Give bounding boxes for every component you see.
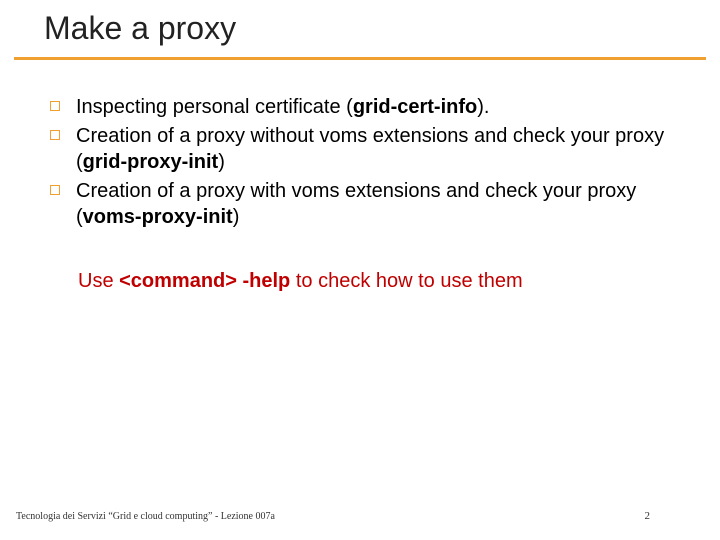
- bullet-text: Creation of a proxy with voms extensions…: [76, 178, 670, 230]
- bullet-item: Creation of a proxy with voms extensions…: [50, 178, 670, 230]
- text-bold: grid-proxy-init: [83, 151, 219, 173]
- bullet-item: Inspecting personal certificate (grid-ce…: [50, 94, 670, 120]
- title-area: Make a proxy: [0, 0, 720, 55]
- text-run: ): [218, 151, 225, 173]
- bullet-text: Inspecting personal certificate (grid-ce…: [76, 94, 670, 120]
- slide: Make a proxy Inspecting personal certifi…: [0, 0, 720, 540]
- text-run: ): [233, 206, 240, 228]
- bullet-text: Creation of a proxy without voms extensi…: [76, 123, 670, 175]
- text-run: to check how to use them: [290, 270, 522, 292]
- text-bold: voms-proxy-init: [83, 206, 233, 228]
- footer-left: Tecnologia dei Servizi “Grid e cloud com…: [16, 511, 275, 522]
- text-bold: <command> -help: [119, 270, 290, 292]
- text-run: Use: [78, 270, 119, 292]
- help-hint: Use <command> -help to check how to use …: [78, 270, 670, 293]
- bullet-icon: [50, 185, 60, 195]
- bullet-item: Creation of a proxy without voms extensi…: [50, 123, 670, 175]
- text-bold: grid-cert-info: [353, 96, 477, 118]
- text-run: Inspecting personal certificate (: [76, 96, 353, 118]
- bullet-icon: [50, 130, 60, 140]
- page-number: 2: [645, 510, 651, 522]
- body-area: Inspecting personal certificate (grid-ce…: [0, 60, 720, 293]
- bullet-icon: [50, 101, 60, 111]
- text-run: ).: [477, 96, 489, 118]
- footer: Tecnologia dei Servizi “Grid e cloud com…: [16, 510, 650, 522]
- slide-title: Make a proxy: [44, 10, 720, 55]
